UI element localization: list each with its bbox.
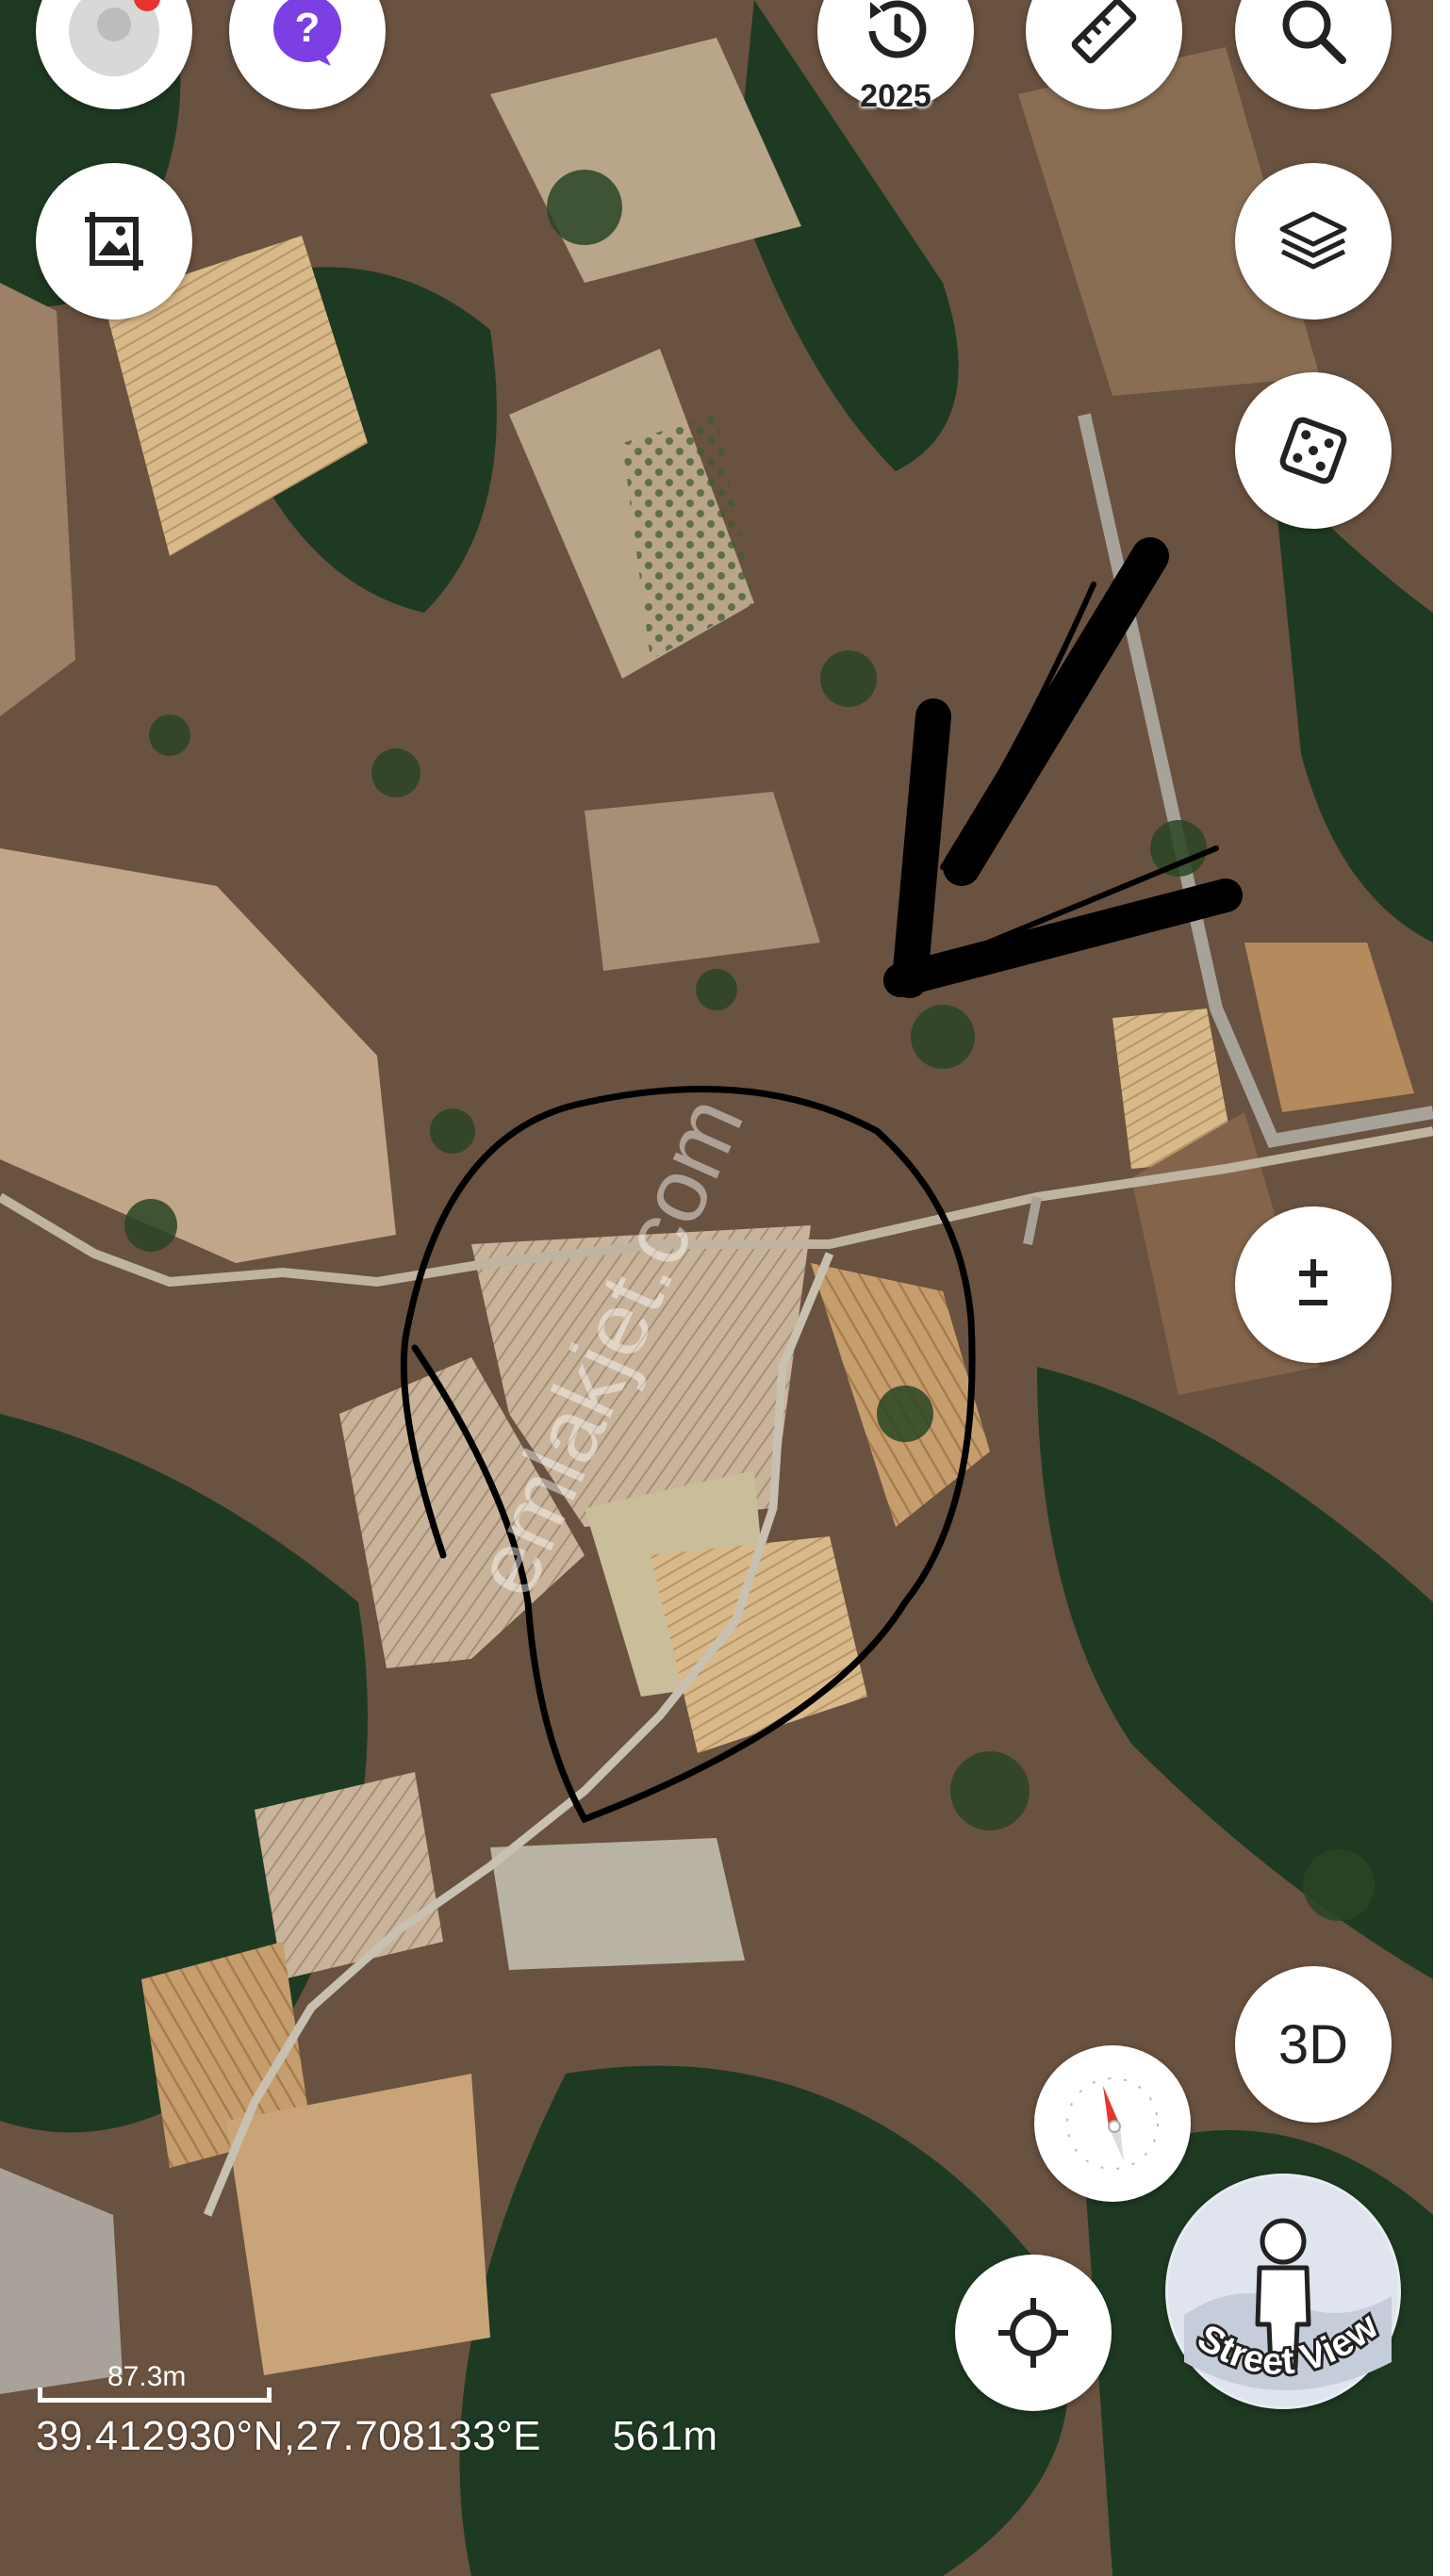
crosshair-icon [998,2298,1068,2368]
svg-text:?: ? [295,5,321,51]
coordinates-readout: 39.412930°N,27.708133°E 561m [36,2413,718,2460]
dice-icon [1279,417,1347,484]
history-year-label: 2025 [860,78,931,114]
screenshot-button[interactable] [36,163,192,320]
question-chat-icon: ? [273,0,341,66]
compass-icon [1066,2077,1159,2170]
random-location-button[interactable] [1235,372,1392,529]
image-frame-icon [85,212,143,271]
locate-me-button[interactable] [955,2255,1112,2411]
scale-bar [38,2387,272,2403]
ruler-icon [1071,0,1137,64]
history-clock-icon [868,0,927,58]
plus-minus-icon [1299,1259,1327,1305]
coordinates-text: 39.412930°N,27.708133°E [36,2413,542,2459]
3d-button[interactable]: 3D [1235,1966,1392,2123]
profile-avatar-icon [69,0,160,76]
layers-button[interactable] [1235,163,1392,320]
layers-icon [1279,211,1347,270]
street-view-visual: Street View [1168,2176,1398,2406]
search-icon [1282,0,1346,64]
3d-button-label: 3D [1277,2013,1349,2076]
right-edge-strip [1433,0,1450,2576]
zoom-button[interactable] [1235,1206,1392,1363]
altitude-text: 561m [612,2413,718,2459]
street-view-button[interactable]: Street View [1165,2174,1401,2409]
